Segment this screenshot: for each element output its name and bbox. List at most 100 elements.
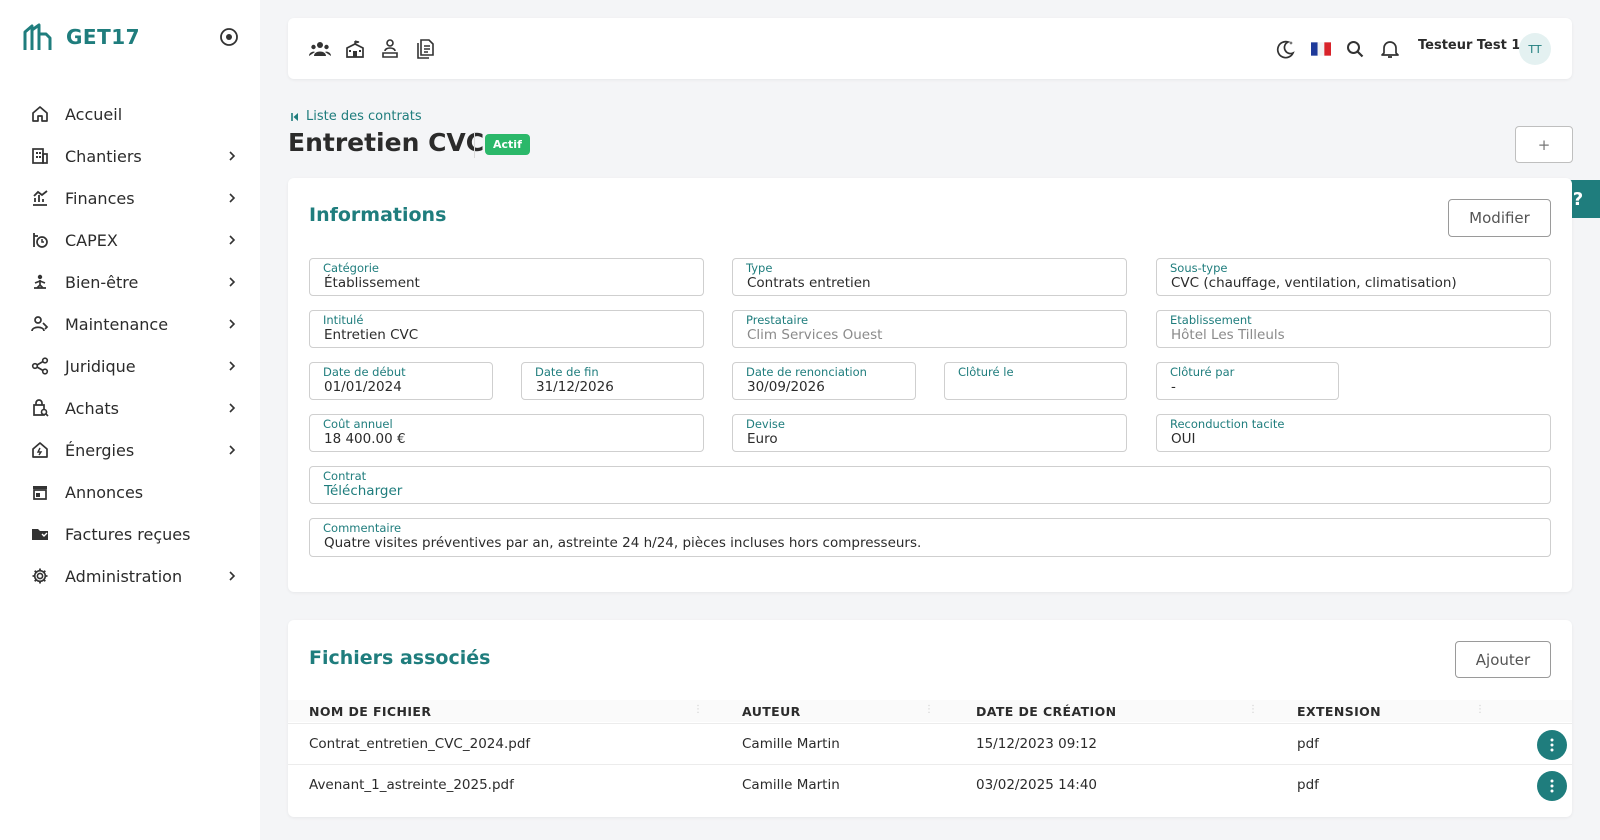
- file-author: Camille Martin: [742, 777, 840, 793]
- sidebar-item-energies[interactable]: Énergies: [0, 429, 260, 471]
- field-categorie[interactable]: Catégorie Établissement: [309, 258, 704, 296]
- field-contrat: Contrat Télécharger: [309, 466, 1551, 504]
- field-devise[interactable]: Devise Euro: [732, 414, 1127, 452]
- user-name[interactable]: Testeur Test 1: [1418, 38, 1520, 53]
- column-header-created[interactable]: DATE DE CRÉATION: [976, 704, 1116, 719]
- field-value: 18 400.00 €: [324, 431, 406, 447]
- field-label: Type: [746, 261, 773, 275]
- sidebar-item-capex[interactable]: CAPEX: [0, 219, 260, 261]
- sidebar-item-label: Finances: [65, 188, 135, 208]
- energy-home-icon: [30, 440, 50, 460]
- field-label: Contrat: [323, 469, 367, 483]
- row-actions-button[interactable]: [1537, 771, 1567, 801]
- app-logo[interactable]: GET17: [22, 22, 140, 52]
- file-name: Avenant_1_astreinte_2025.pdf: [309, 777, 514, 793]
- sidebar-item-chantiers[interactable]: Chantiers: [0, 135, 260, 177]
- sidebar-item-label: Juridique: [65, 356, 136, 376]
- field-value: 01/01/2024: [324, 379, 402, 395]
- sidebar-item-annonces[interactable]: Annonces: [0, 471, 260, 513]
- add-file-button[interactable]: Ajouter: [1455, 641, 1551, 678]
- shopping-bag-icon: [30, 398, 50, 418]
- download-link[interactable]: Télécharger: [324, 483, 402, 499]
- field-value: -: [1171, 379, 1176, 395]
- dark-mode-icon[interactable]: [1274, 38, 1298, 60]
- field-value: Hôtel Les Tilleuls: [1171, 327, 1285, 343]
- folder-icon: [30, 524, 50, 544]
- title-divider: [474, 132, 475, 158]
- sidebar-item-label: Administration: [65, 566, 183, 586]
- sidebar-item-accueil[interactable]: Accueil: [0, 93, 260, 135]
- field-value: Entretien CVC: [324, 327, 419, 343]
- avatar[interactable]: TT: [1519, 33, 1551, 65]
- chevron-right-icon: [229, 235, 236, 245]
- column-header-author[interactable]: AUTEUR: [742, 704, 801, 719]
- sidebar-item-label: Maintenance: [65, 314, 169, 334]
- document-icon[interactable]: [413, 38, 437, 60]
- chevron-right-icon: [229, 193, 236, 203]
- row-actions-button[interactable]: [1537, 730, 1567, 760]
- column-header-extension[interactable]: EXTENSION: [1297, 704, 1381, 719]
- column-resize-handle[interactable]: ⋮: [1475, 704, 1485, 715]
- file-name: Contrat_entretien_CVC_2024.pdf: [309, 736, 531, 752]
- field-sous-type[interactable]: Sous-type CVC (chauffage, ventilation, c…: [1156, 258, 1551, 296]
- sidebar-item-juridique[interactable]: Juridique: [0, 345, 260, 387]
- collapse-sidebar-icon[interactable]: [219, 27, 239, 47]
- sidebar-item-achats[interactable]: Achats: [0, 387, 260, 429]
- column-resize-handle[interactable]: ⋮: [1248, 704, 1258, 715]
- sidebar-item-finances[interactable]: Finances: [0, 177, 260, 219]
- sidebar-item-maintenance[interactable]: Maintenance: [0, 303, 260, 345]
- chevron-right-icon: [229, 319, 236, 329]
- table-row[interactable]: Avenant_1_astreinte_2025.pdf Camille Mar…: [288, 764, 1572, 805]
- field-reconduction-tacite[interactable]: Reconduction tacite OUI: [1156, 414, 1551, 452]
- french-flag-icon[interactable]: [1309, 38, 1333, 60]
- field-label: Date de renonciation: [746, 365, 867, 379]
- field-type[interactable]: Type Contrats entretien: [732, 258, 1127, 296]
- field-cloture-par[interactable]: Clôturé par -: [1156, 362, 1339, 400]
- capex-icon: [30, 230, 50, 250]
- files-card: Fichiers associés Ajouter NOM DE FICHIER…: [288, 620, 1572, 817]
- breadcrumb[interactable]: Liste des contrats: [290, 109, 422, 124]
- column-resize-handle[interactable]: ⋮: [924, 704, 934, 715]
- field-label: Reconduction tacite: [1170, 417, 1285, 431]
- wellbeing-icon: [30, 272, 50, 292]
- people-icon[interactable]: [308, 38, 332, 60]
- field-etablissement[interactable]: Etablissement Hôtel Les Tilleuls: [1156, 310, 1551, 348]
- sidebar-item-factures-recues[interactable]: Factures reçues: [0, 513, 260, 555]
- sidebar: GET17 Accueil Chantiers Finances CAPEX B…: [0, 0, 260, 840]
- add-button[interactable]: +: [1515, 126, 1573, 163]
- file-created: 03/02/2025 14:40: [976, 777, 1098, 793]
- field-label: Commentaire: [323, 521, 402, 535]
- gear-icon: [30, 566, 50, 586]
- field-label: Devise: [746, 417, 785, 431]
- field-date-debut[interactable]: Date de début 01/01/2024: [309, 362, 493, 400]
- field-intitule[interactable]: Intitulé Entretien CVC: [309, 310, 704, 348]
- field-value: CVC (chauffage, ventilation, climatisati…: [1171, 275, 1457, 291]
- field-value: Établissement: [324, 275, 420, 291]
- field-label: Etablissement: [1170, 313, 1252, 327]
- bell-icon[interactable]: [1378, 38, 1402, 60]
- page-title: Entretien CVC: [288, 128, 485, 157]
- store-icon: [30, 482, 50, 502]
- column-resize-handle[interactable]: ⋮: [693, 704, 703, 715]
- school-icon[interactable]: [343, 38, 367, 60]
- field-label: Sous-type: [1170, 261, 1228, 275]
- person-desk-icon[interactable]: [378, 38, 402, 60]
- table-row[interactable]: Contrat_entretien_CVC_2024.pdf Camille M…: [288, 723, 1572, 764]
- chevron-right-icon: [229, 361, 236, 371]
- field-label: Prestataire: [746, 313, 809, 327]
- field-cloture-le[interactable]: Clôturé le: [944, 362, 1127, 400]
- field-date-fin[interactable]: Date de fin 31/12/2026: [521, 362, 704, 400]
- search-icon[interactable]: [1343, 38, 1367, 60]
- field-commentaire[interactable]: Commentaire Quatre visites préventives p…: [309, 518, 1551, 557]
- edit-button[interactable]: Modifier: [1448, 199, 1551, 237]
- sidebar-item-label: CAPEX: [65, 230, 118, 250]
- field-value: 30/09/2026: [747, 379, 825, 395]
- field-cout-annuel[interactable]: Coût annuel 18 400.00 €: [309, 414, 704, 452]
- sidebar-item-label: Accueil: [65, 104, 123, 124]
- field-date-renonciation[interactable]: Date de renonciation 30/09/2026: [732, 362, 916, 400]
- field-prestataire[interactable]: Prestataire Clim Services Ouest: [732, 310, 1127, 348]
- column-header-filename[interactable]: NOM DE FICHIER: [309, 704, 431, 719]
- sidebar-item-administration[interactable]: Administration: [0, 555, 260, 597]
- back-to-start-icon: [291, 112, 298, 121]
- sidebar-item-bien-etre[interactable]: Bien-être: [0, 261, 260, 303]
